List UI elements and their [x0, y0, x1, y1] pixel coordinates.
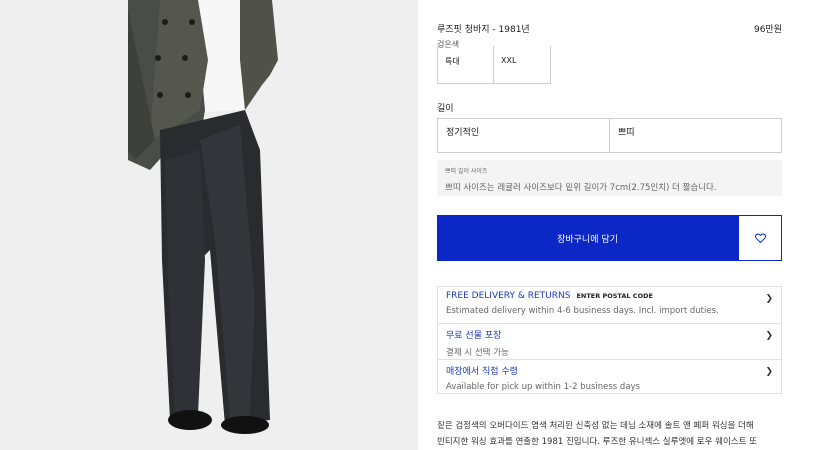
length-selector: 정기적인 쁘띠: [437, 118, 782, 153]
product-description: 짙은 검정색의 오버다이드 염색 처리된 신축성 없는 데님 소재에 솔트 앤 …: [437, 418, 782, 450]
size-option-xxl[interactable]: XXL: [494, 46, 551, 84]
model-figure: [0, 0, 418, 450]
delivery-subtext: Estimated delivery within 4-6 business d…: [446, 306, 719, 316]
product-image: [0, 0, 418, 450]
postal-code-link[interactable]: ENTER POSTAL CODE: [576, 292, 653, 300]
delivery-title: FREE DELIVERY & RETURNS: [446, 291, 571, 301]
petite-info-title: 쁘띠 길이 사이즈: [445, 168, 488, 175]
size-option-xl[interactable]: 특대: [437, 46, 494, 84]
petite-info-text: 쁘띠 사이즈는 레귤러 사이즈보다 밑위 길이가 7cm(2.75인치) 더 짧…: [445, 183, 717, 193]
product-panel: 루즈핏 청바지 - 1981년 96만원 검은색 특대 XXL 길이 정기적인 …: [418, 0, 835, 450]
product-price: 96만원: [753, 25, 782, 35]
cart-row: 장바구니에 담기: [437, 215, 782, 261]
info-box: FREE DELIVERY & RETURNS ENTER POSTAL COD…: [437, 286, 782, 394]
description-line-2: 빈티지한 워싱 효과를 연출한 1981 진입니다. 루즈한 유니섹스 실루엣에…: [437, 437, 757, 447]
petite-info-box: 쁘띠 길이 사이즈 쁘띠 사이즈는 레귤러 사이즈보다 밑위 길이가 7cm(2…: [437, 160, 782, 196]
length-option-regular[interactable]: 정기적인: [438, 119, 609, 152]
chevron-right-icon: ❯: [765, 294, 773, 304]
size-selector: 특대 XXL: [437, 46, 551, 84]
length-option-petite[interactable]: 쁘띠: [609, 119, 781, 152]
store-pickup-row[interactable]: 매장에서 직접 수령 Available for pick up within …: [438, 359, 781, 395]
title-row: 루즈핏 청바지 - 1981년 96만원: [437, 22, 782, 35]
gift-wrap-row[interactable]: 무료 선물 포장 결제 시 선택 가능 ❯: [438, 323, 781, 359]
chevron-right-icon: ❯: [765, 331, 773, 341]
product-title: 루즈핏 청바지 - 1981년: [437, 25, 530, 35]
add-to-cart-button[interactable]: 장바구니에 담기: [437, 215, 738, 261]
delivery-row[interactable]: FREE DELIVERY & RETURNS ENTER POSTAL COD…: [438, 287, 781, 323]
chevron-right-icon: ❯: [765, 367, 773, 377]
wishlist-button[interactable]: [738, 215, 782, 261]
gift-wrap-subtext: 결제 시 선택 가능: [446, 348, 509, 358]
heart-icon: [754, 233, 766, 243]
length-label: 길이: [437, 104, 454, 114]
store-pickup-subtext: Available for pick up within 1-2 busines…: [446, 382, 640, 392]
store-pickup-title: 매장에서 직접 수령: [446, 367, 518, 377]
description-line-1: 짙은 검정색의 오버다이드 염색 처리된 신축성 없는 데님 소재에 솔트 앤 …: [437, 421, 754, 431]
gift-wrap-title: 무료 선물 포장: [446, 331, 502, 341]
